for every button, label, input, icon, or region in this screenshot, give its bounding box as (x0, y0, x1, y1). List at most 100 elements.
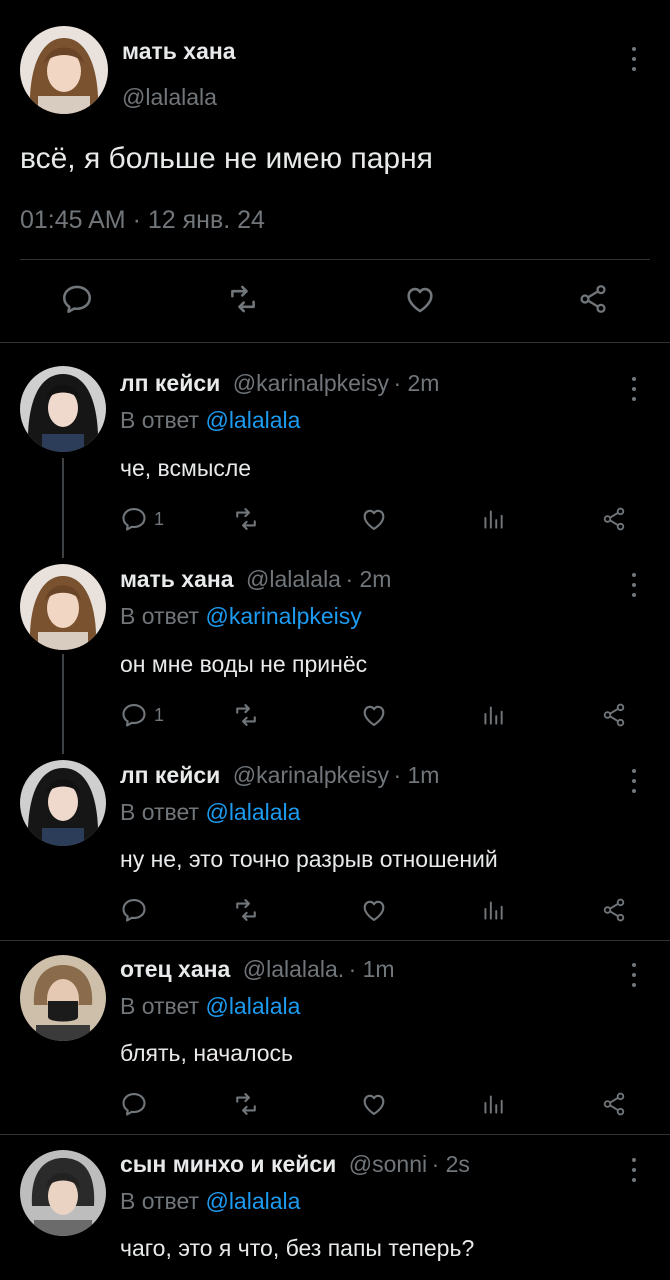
views-icon (480, 506, 506, 532)
retweet-icon (232, 505, 260, 533)
views-icon (480, 1091, 506, 1117)
reply-button[interactable] (120, 895, 148, 925)
author-name[interactable]: лп кейси (120, 370, 220, 396)
retweet-button[interactable] (226, 284, 260, 314)
share-button[interactable] (577, 284, 609, 314)
divider (0, 1134, 670, 1135)
reply-time: · 1m (348, 956, 395, 982)
like-icon (360, 896, 388, 924)
reply-icon (120, 1090, 148, 1118)
replying-to-label: В ответ (120, 1188, 200, 1214)
share-icon (577, 283, 609, 315)
reply-icon (120, 701, 148, 729)
share-icon (601, 506, 627, 532)
like-button[interactable] (360, 895, 388, 925)
author-name[interactable]: отец хана (120, 956, 230, 982)
like-icon (403, 282, 437, 316)
like-icon (360, 1090, 388, 1118)
share-button[interactable] (601, 504, 627, 534)
like-button[interactable] (360, 1089, 388, 1119)
more-icon[interactable] (624, 766, 644, 796)
thread-line (62, 458, 64, 558)
replying-to-link[interactable]: @lalalala (205, 407, 300, 433)
more-icon[interactable] (624, 374, 644, 404)
share-icon (601, 1091, 627, 1117)
replying-to-label: В ответ (120, 993, 200, 1019)
views-icon (480, 702, 506, 728)
reply-text: че, всмысле (120, 455, 252, 481)
reply-button[interactable]: 1 (120, 504, 164, 534)
reply-text: блять, началось (120, 1040, 294, 1066)
share-button[interactable] (601, 700, 627, 730)
replying-to-label: В ответ (120, 603, 200, 629)
like-icon (360, 701, 388, 729)
reply-text: чаго, это я что, без папы теперь? (120, 1235, 475, 1261)
replying-to-link[interactable]: @lalalala (205, 1188, 300, 1214)
author-name[interactable]: сын минхо и кейси (120, 1151, 336, 1177)
reply-icon (60, 282, 94, 316)
reply-button[interactable]: 1 (120, 700, 164, 730)
retweet-button[interactable] (232, 700, 260, 730)
divider (0, 940, 670, 941)
divider (20, 259, 650, 260)
reply-count: 1 (154, 508, 165, 529)
like-icon (360, 505, 388, 533)
retweet-icon (232, 1090, 260, 1118)
reply-icon (120, 896, 148, 924)
share-icon (601, 897, 627, 923)
retweet-icon (226, 282, 260, 316)
views-icon (480, 897, 506, 923)
retweet-button[interactable] (232, 1089, 260, 1119)
share-icon (601, 702, 627, 728)
replying-to-label: В ответ (120, 407, 200, 433)
author-handle[interactable]: @sonni (349, 1151, 427, 1177)
share-button[interactable] (601, 895, 627, 925)
author-handle[interactable]: @lalalala (122, 84, 217, 111)
more-icon[interactable] (624, 1155, 644, 1185)
retweet-icon (232, 701, 260, 729)
reply-button[interactable] (60, 284, 94, 314)
author-name[interactable]: лп кейси (120, 762, 220, 788)
views-button[interactable] (480, 700, 506, 730)
reply-button[interactable] (120, 1089, 148, 1119)
reply-text: он мне воды не принёс (120, 651, 368, 677)
reply-text: ну не, это точно разрыв отношений (120, 846, 498, 872)
like-button[interactable] (360, 700, 388, 730)
views-button[interactable] (480, 504, 506, 534)
author-handle[interactable]: @lalalala (246, 566, 341, 592)
share-button[interactable] (601, 1089, 627, 1119)
reply-count: 1 (154, 704, 165, 725)
more-icon[interactable] (624, 570, 644, 600)
divider (0, 342, 670, 343)
author-handle[interactable]: @karinalpkeisy (233, 370, 389, 396)
more-icon[interactable] (624, 960, 644, 990)
replying-to-label: В ответ (120, 799, 200, 825)
reply-time: · 2s (431, 1151, 470, 1177)
retweet-icon (232, 896, 260, 924)
views-button[interactable] (480, 1089, 506, 1119)
replying-to-link[interactable]: @karinalpkeisy (205, 603, 361, 629)
reply-time: · 1m (393, 762, 440, 788)
like-button[interactable] (403, 284, 437, 314)
avatar[interactable] (20, 26, 108, 114)
avatar[interactable] (20, 1150, 106, 1236)
avatar[interactable] (20, 955, 106, 1041)
views-button[interactable] (480, 895, 506, 925)
tweet-text: всё, я больше не имею парня (20, 142, 433, 175)
author-name[interactable]: мать хана (120, 566, 234, 592)
author-handle[interactable]: @karinalpkeisy (233, 762, 389, 788)
author-handle[interactable]: @lalalala. (243, 956, 344, 982)
replying-to-link[interactable]: @lalalala (205, 799, 300, 825)
more-icon[interactable] (624, 44, 644, 74)
avatar[interactable] (20, 366, 106, 452)
replying-to-link[interactable]: @lalalala (205, 993, 300, 1019)
retweet-button[interactable] (232, 504, 260, 534)
reply-time: · 2m (345, 566, 392, 592)
avatar[interactable] (20, 760, 106, 846)
thread-line (62, 654, 64, 754)
like-button[interactable] (360, 504, 388, 534)
retweet-button[interactable] (232, 895, 260, 925)
author-name[interactable]: мать хана (122, 38, 236, 65)
reply-icon (120, 505, 148, 533)
avatar[interactable] (20, 564, 106, 650)
